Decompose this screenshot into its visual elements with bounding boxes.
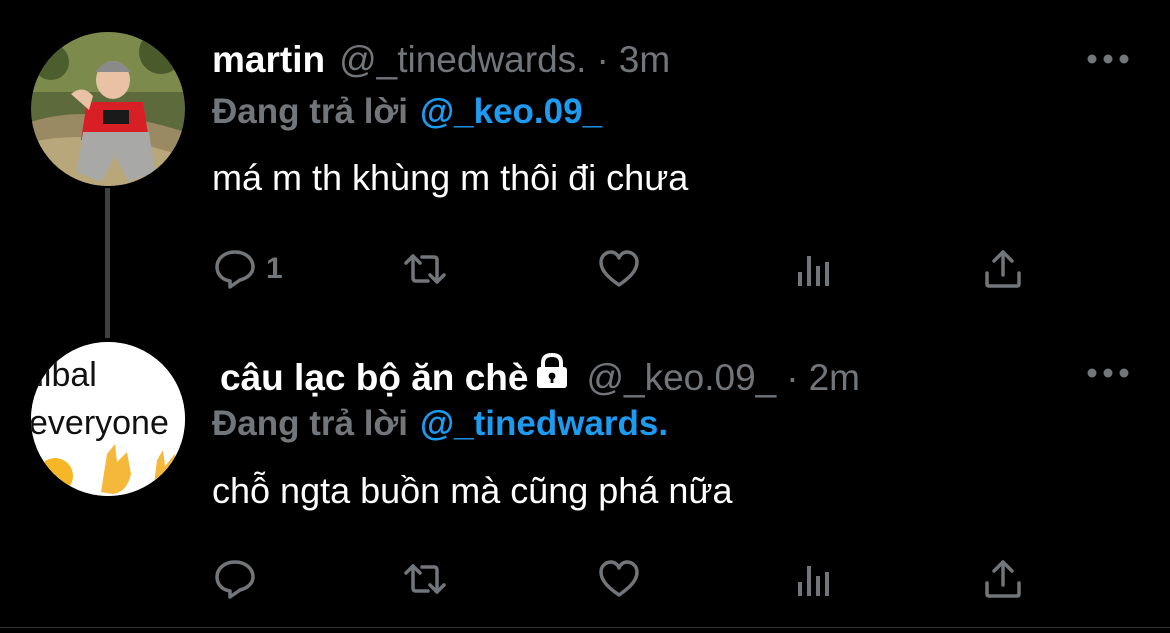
reply-button[interactable]: 1 — [212, 244, 283, 294]
reply-prefix: Đang trả lời — [212, 92, 409, 131]
avatar-martin[interactable] — [31, 32, 185, 186]
divider — [0, 627, 1170, 628]
replying-to: Đang trả lời @_keo.09_ — [212, 90, 602, 134]
replying-to: Đang trả lời @_tinedwards. — [212, 402, 668, 446]
user-handle[interactable]: @_tinedwards. — [339, 38, 586, 82]
like-icon — [599, 560, 639, 597]
reply-button[interactable] — [212, 554, 266, 604]
reply-prefix: Đang trả lời — [212, 404, 409, 443]
tweet-text: má m th khùng m thôi đi chưa — [212, 157, 689, 198]
reply-count: 1 — [266, 252, 283, 285]
views-icon — [798, 566, 829, 596]
tweet-header: martin @_tinedwards. · 3m — [212, 38, 670, 82]
reply-to-handle[interactable]: @_tinedwards. — [420, 404, 668, 443]
lock-icon — [537, 352, 568, 388]
retweet-icon — [404, 564, 446, 594]
avatar-cau-lac-bo[interactable]: nibal everyone — [31, 342, 185, 496]
like-button[interactable] — [596, 554, 642, 604]
share-icon — [985, 560, 1021, 598]
views-button[interactable] — [790, 554, 836, 604]
separator-dot: · — [596, 39, 609, 80]
share-icon — [985, 250, 1021, 288]
timestamp[interactable]: 2m — [809, 356, 860, 400]
display-name[interactable]: câu lạc bộ ăn chè — [220, 356, 528, 400]
tweet-text: chỗ ngta buồn mà cũng phá nữa — [212, 470, 733, 511]
avatar-text-line-1: nibal — [31, 356, 97, 394]
tweet-cau-lac-bo[interactable]: nibal everyone câu lạc bộ ăn chè @_keo.0… — [0, 318, 1170, 633]
like-button[interactable] — [596, 244, 642, 294]
retweet-button[interactable] — [402, 244, 448, 294]
views-icon — [798, 256, 829, 286]
reply-icon — [215, 250, 255, 289]
tweet-actions: 1 — [212, 244, 1042, 294]
timestamp[interactable]: 3m — [619, 38, 670, 82]
tweet-actions — [212, 554, 1042, 604]
thread-line — [105, 188, 110, 338]
avatar-text-line-2: everyone — [31, 404, 169, 442]
more-icon[interactable] — [1086, 366, 1130, 380]
display-name[interactable]: martin — [212, 38, 325, 82]
tweet-header: câu lạc bộ ăn chè @_keo.09_ · 2m — [212, 352, 860, 400]
separator-dot: · — [786, 357, 799, 398]
retweet-icon — [404, 254, 446, 284]
retweet-button[interactable] — [402, 554, 448, 604]
tweet-martin[interactable]: martin @_tinedwards. · 3m Đang trả lời @_… — [0, 0, 1170, 338]
more-icon[interactable] — [1086, 52, 1130, 66]
avatar-photo — [31, 32, 185, 186]
views-button[interactable] — [790, 244, 836, 294]
share-button[interactable] — [980, 554, 1026, 604]
reply-to-handle[interactable]: @_keo.09_ — [420, 92, 602, 131]
share-button[interactable] — [980, 244, 1026, 294]
avatar-meme-image: nibal everyone — [31, 342, 185, 496]
user-handle[interactable]: @_keo.09_ — [586, 356, 776, 400]
reply-icon — [215, 560, 255, 599]
like-icon — [599, 250, 639, 287]
